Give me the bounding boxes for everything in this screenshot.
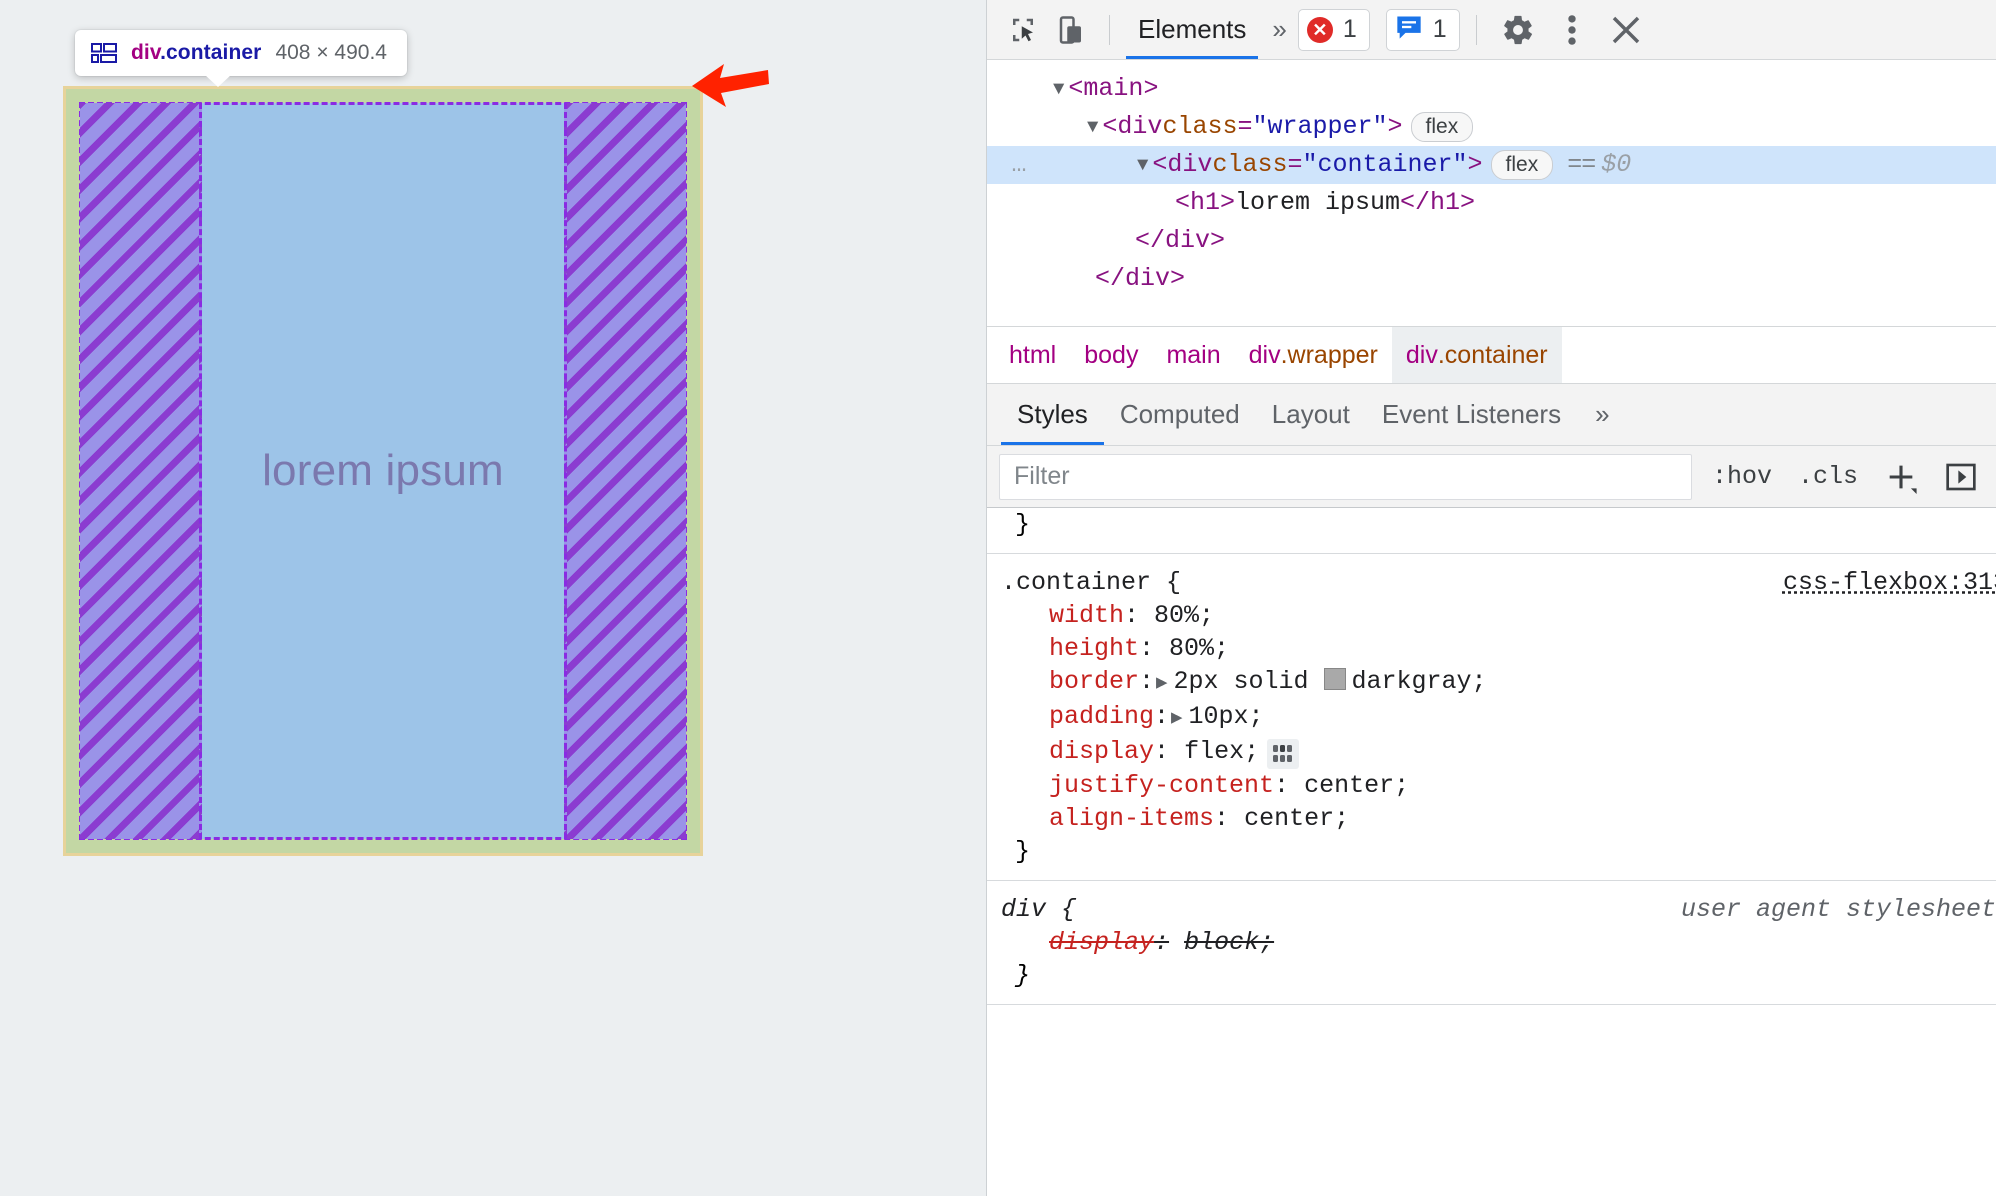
- declaration-width[interactable]: width: 80%;: [1001, 599, 1996, 632]
- highlight-tag: div: [131, 41, 161, 64]
- flex-badge-wrapper[interactable]: flex: [1410, 112, 1474, 142]
- tab-computed[interactable]: Computed: [1104, 384, 1256, 445]
- highlight-class: .container: [160, 41, 262, 64]
- dom-row-container[interactable]: … ▼ <div class = "container" > flex == $0: [987, 146, 1996, 184]
- page-heading: lorem ipsum: [262, 446, 504, 495]
- highlight-element-name: div.container: [131, 41, 261, 65]
- overlay-free-space-right: [564, 103, 686, 839]
- toolbar-divider: [1109, 14, 1110, 45]
- rule-container-header: .container { css-flexbox:313: [1001, 566, 1996, 599]
- overlay-free-space-left: [80, 103, 202, 839]
- rule-source-link[interactable]: css-flexbox:313: [1783, 566, 1996, 599]
- flex-badge-icon: [91, 43, 117, 63]
- error-count-badge[interactable]: ✕ 1: [1297, 8, 1370, 51]
- breadcrumb-item-main[interactable]: main: [1152, 327, 1234, 383]
- device-toolbar-icon[interactable]: [1049, 10, 1093, 50]
- twisty-icon[interactable]: ▼: [1137, 146, 1148, 184]
- equals-sign: ==: [1567, 150, 1596, 179]
- rule-selector[interactable]: .container {: [1001, 566, 1181, 599]
- rule-container[interactable]: .container { css-flexbox:313 width: 80%;…: [987, 554, 1996, 881]
- message-count: 1: [1432, 15, 1447, 43]
- declaration-border[interactable]: border: ▶ 2px solid darkgray;: [1001, 665, 1996, 700]
- inspect-cursor-icon[interactable]: [1001, 10, 1045, 50]
- declaration-justify-content[interactable]: justify-content: center;: [1001, 769, 1996, 802]
- dom-row-container-close[interactable]: </div>: [987, 222, 1996, 260]
- toggle-sidebar-icon[interactable]: [1938, 454, 1984, 500]
- dom-row-main[interactable]: ▼ <main>: [987, 70, 1996, 108]
- error-count: 1: [1342, 15, 1357, 43]
- rule-container-close: }: [1015, 837, 1031, 866]
- twisty-icon[interactable]: ▼: [1053, 70, 1064, 108]
- overlay-content-box: lorem ipsum: [79, 102, 687, 840]
- partial-rule-close: }: [1015, 510, 1031, 539]
- breadcrumb[interactable]: html body main div .wrapper div .container: [987, 326, 1996, 383]
- dom-row-wrapper-close[interactable]: </div>: [987, 260, 1996, 298]
- dom-row-h1[interactable]: <h1> lorem ipsum </h1>: [987, 184, 1996, 222]
- styles-filter-bar: Filter :hov .cls: [987, 446, 1996, 508]
- styles-pane-tabs[interactable]: Styles Computed Layout Event Listeners »: [987, 383, 1996, 446]
- message-count-badge[interactable]: 1: [1385, 8, 1460, 51]
- overlay-border-box: lorem ipsum: [63, 86, 703, 856]
- twisty-icon[interactable]: ▼: [1087, 108, 1098, 146]
- declaration-align-items[interactable]: align-items: center;: [1001, 802, 1996, 835]
- dom-tree[interactable]: ▼ <main> ▼ <div class = "wrapper" > flex … ▼ <d…: [987, 60, 1996, 326]
- dom-row-ellipsis[interactable]: …: [997, 146, 1043, 184]
- tab-elements[interactable]: Elements: [1126, 1, 1259, 59]
- tab-layout[interactable]: Layout: [1256, 384, 1366, 445]
- chevron-double-right-icon[interactable]: »: [1262, 14, 1293, 45]
- hov-toggle[interactable]: :hov: [1706, 462, 1778, 491]
- rule-ua-header: div { user agent stylesheet: [1001, 893, 1996, 926]
- declaration-display[interactable]: display: flex;: [1001, 735, 1996, 769]
- plus-icon[interactable]: [1878, 454, 1924, 500]
- declaration-display-block[interactable]: display: block;: [1001, 926, 1996, 959]
- highlight-dimensions: 408 × 490.4: [275, 41, 387, 64]
- breadcrumb-item-body[interactable]: body: [1070, 327, 1152, 383]
- devtools-toolbar: Elements » ✕ 1 1: [987, 0, 1996, 60]
- declaration-height[interactable]: height: 80%;: [1001, 632, 1996, 665]
- flex-badge-container[interactable]: flex: [1490, 150, 1554, 180]
- color-swatch[interactable]: [1323, 668, 1346, 690]
- toolbar-divider-2: [1475, 14, 1477, 45]
- devtools-screenshot: div.container 408 × 490.4 lorem ipsum El…: [0, 0, 1996, 1196]
- rule-origin-label: user agent stylesheet: [1680, 895, 1996, 924]
- page-viewport: div.container 408 × 490.4 lorem ipsum: [0, 0, 986, 1196]
- tab-event-listeners[interactable]: Event Listeners: [1366, 384, 1577, 445]
- filter-input[interactable]: Filter: [999, 453, 1692, 500]
- dom-row-wrapper[interactable]: ▼ <div class = "wrapper" > flex: [987, 108, 1996, 146]
- message-bubble-icon: [1395, 14, 1423, 45]
- cls-toggle[interactable]: .cls: [1792, 462, 1864, 491]
- expand-triangle-icon[interactable]: ▶: [1171, 707, 1182, 729]
- breadcrumb-item-html[interactable]: html: [995, 327, 1070, 383]
- declaration-padding[interactable]: padding: ▶ 10px;: [1001, 700, 1996, 735]
- error-circle-icon: ✕: [1306, 16, 1333, 43]
- overlay-padding-box: lorem ipsum: [66, 89, 700, 853]
- breadcrumb-item-container[interactable]: div .container: [1391, 327, 1562, 383]
- rule-partial-top: }: [987, 508, 1996, 554]
- chevron-double-right-icon[interactable]: »: [1577, 399, 1616, 430]
- gear-icon[interactable]: [1493, 6, 1543, 54]
- expand-triangle-icon[interactable]: ▶: [1156, 672, 1167, 694]
- styles-rules-list[interactable]: } .container { css-flexbox:313 width: 80…: [987, 508, 1996, 1196]
- tab-styles[interactable]: Styles: [1001, 384, 1104, 445]
- rule-user-agent-div[interactable]: div { user agent stylesheet display: blo…: [987, 881, 1996, 1005]
- kebab-menu-icon[interactable]: [1547, 6, 1597, 54]
- breadcrumb-item-wrapper[interactable]: div .wrapper: [1235, 327, 1392, 383]
- element-highlight-tooltip: div.container 408 × 490.4: [75, 30, 407, 87]
- rule-selector[interactable]: div {: [1001, 893, 1076, 926]
- rule-ua-close: }: [1015, 961, 1031, 990]
- devtools-panel: Elements » ✕ 1 1 ▼ <main> ▼ <div class =…: [986, 0, 1996, 1196]
- close-icon[interactable]: [1601, 6, 1651, 54]
- annotation-arrow-viewport: [690, 62, 770, 127]
- flexbox-editor-icon[interactable]: [1267, 739, 1300, 769]
- selected-element-ref: $0: [1601, 150, 1632, 179]
